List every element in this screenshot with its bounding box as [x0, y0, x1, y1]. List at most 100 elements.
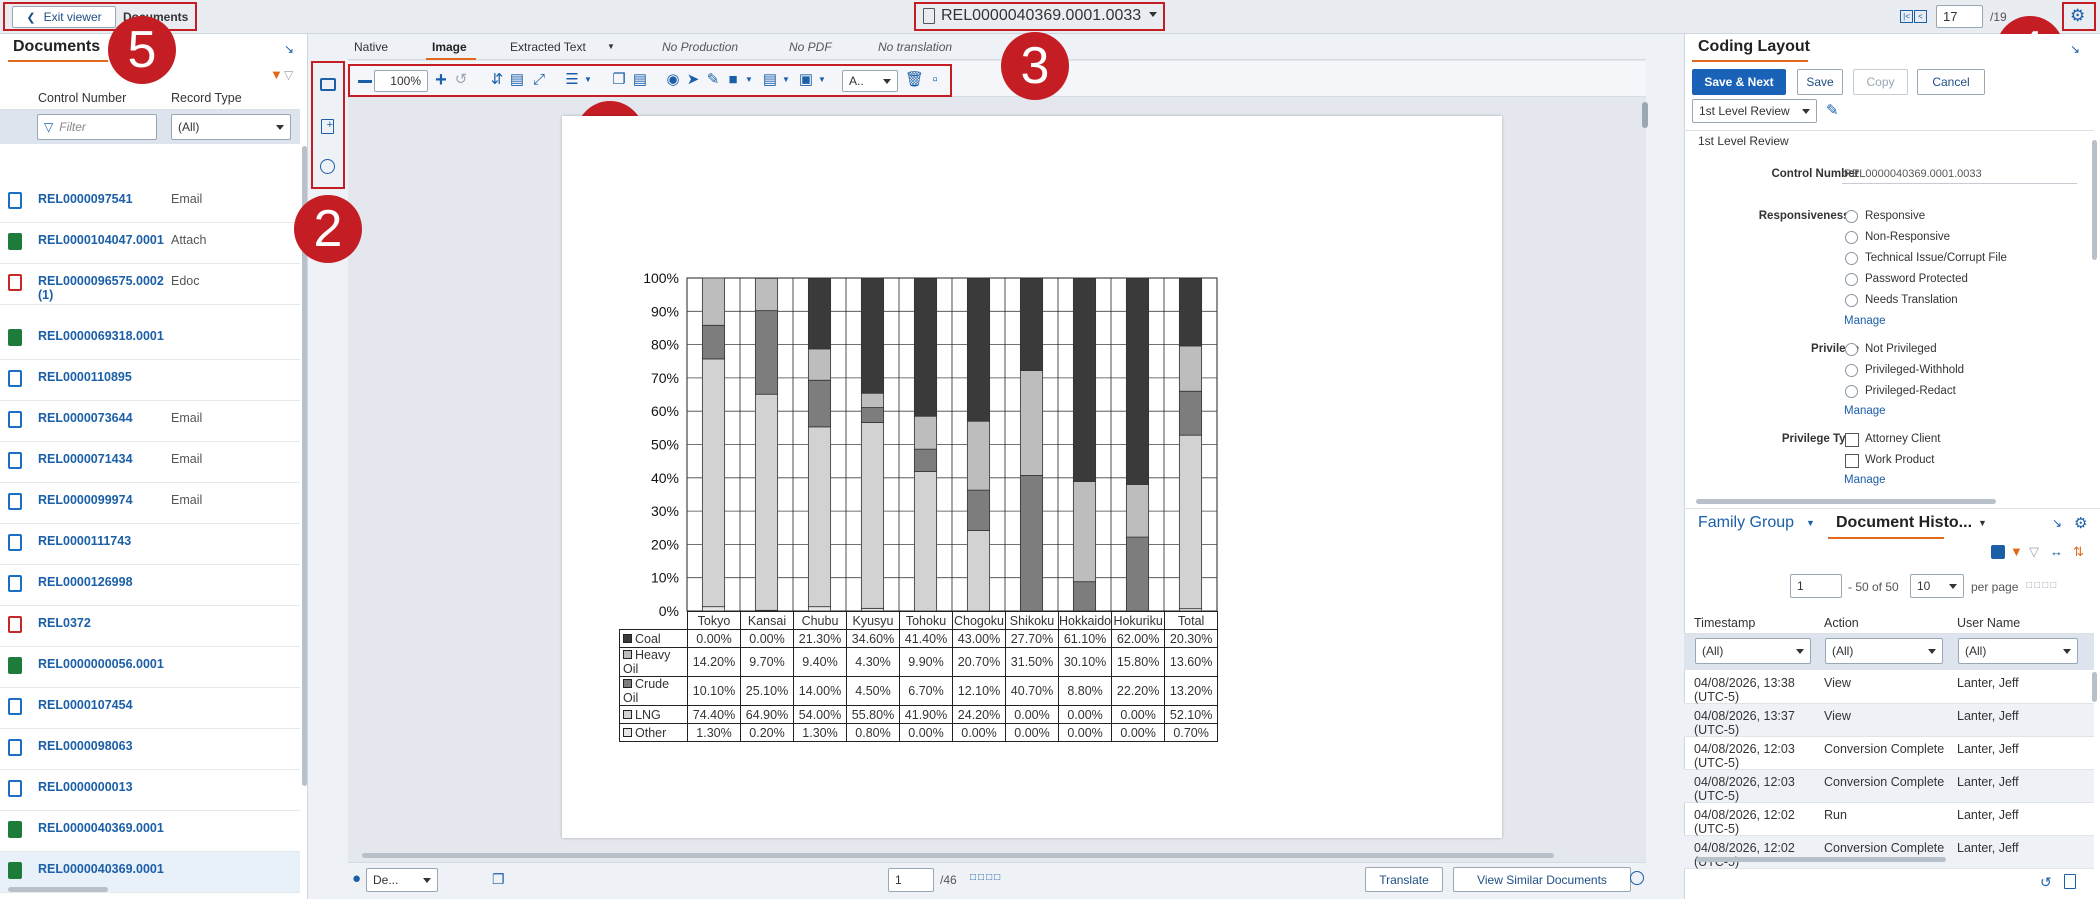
- fill-color-icon[interactable]: ▣: [798, 72, 814, 88]
- document-list-item[interactable]: REL0000073644 Email: [0, 401, 300, 442]
- refresh-icon[interactable]: ↺: [2040, 874, 2052, 891]
- history-row[interactable]: 04/08/2026, 12:02 (UTC-5) Conversion Comp…: [1684, 836, 2094, 869]
- document-list-item[interactable]: REL0000104047.0001 Attach: [0, 223, 300, 264]
- document-list-item[interactable]: REL0000107454: [0, 688, 300, 729]
- history-vscrollbar[interactable]: [2092, 672, 2097, 702]
- exit-viewer-button[interactable]: ❮ Exit viewer: [12, 6, 116, 28]
- translate-button[interactable]: Translate: [1365, 867, 1443, 892]
- related-docs-icon[interactable]: ❐: [492, 871, 505, 888]
- history-row[interactable]: 04/08/2026, 13:37 (UTC-5) View Lanter, Jef…: [1684, 704, 2094, 737]
- history-row[interactable]: 04/08/2026, 13:38 (UTC-5) View Lanter, Jef…: [1684, 671, 2094, 704]
- radio-button[interactable]: [1845, 210, 1858, 223]
- bottom-dropdown[interactable]: De...: [366, 868, 438, 892]
- rotate-icon[interactable]: ↺: [453, 72, 469, 88]
- chevron-down-icon[interactable]: ▼: [814, 72, 830, 88]
- search-image-icon[interactable]: [320, 159, 335, 174]
- document-list-item[interactable]: REL0000000056.0001: [0, 647, 300, 688]
- chevron-down-icon[interactable]: ▼: [580, 72, 596, 88]
- option-label[interactable]: Attorney Client: [1865, 433, 1940, 445]
- filter-icon[interactable]: ▼: [2010, 544, 2023, 559]
- document-list-item[interactable]: REL0000040369.0001: [0, 811, 300, 852]
- pdf-export-icon[interactable]: ▫: [927, 72, 943, 88]
- radio-button[interactable]: [1845, 231, 1858, 244]
- collapse-icon[interactable]: ↘: [2070, 42, 2080, 56]
- document-control-number[interactable]: REL0000073644: [38, 411, 168, 425]
- view-similar-documents-button[interactable]: View Similar Documents: [1453, 867, 1631, 892]
- zoom-out-icon[interactable]: [358, 80, 372, 83]
- history-row[interactable]: 04/08/2026, 12:02 (UTC-5) Run Lanter, Jeff: [1684, 803, 2094, 836]
- radio-button[interactable]: [1845, 294, 1858, 307]
- option-label[interactable]: Responsive: [1865, 210, 1925, 222]
- action-filter-select[interactable]: (All): [1825, 638, 1943, 664]
- font-select[interactable]: A..: [842, 70, 898, 92]
- radio-button[interactable]: [1845, 273, 1858, 286]
- document-list-item[interactable]: REL0000096575.0002 (1) Edoc: [0, 264, 300, 305]
- calculator-icon[interactable]: [2064, 874, 2076, 889]
- viewer-hscrollbar[interactable]: [362, 853, 1554, 858]
- fit-height-icon[interactable]: ⇵: [489, 72, 505, 88]
- fullscreen-icon[interactable]: ⤢: [531, 72, 547, 88]
- tab-family-group[interactable]: Family Group: [1698, 514, 1794, 532]
- timestamp-header[interactable]: Timestamp: [1694, 616, 1755, 630]
- fit-columns-icon[interactable]: ↔: [2050, 544, 2063, 559]
- clear-filter-icon[interactable]: ▽: [284, 68, 293, 82]
- tab-extracted-text[interactable]: Extracted Text: [510, 40, 586, 54]
- document-list-item[interactable]: REL0000069318.0001: [0, 319, 300, 360]
- option-label[interactable]: Needs Translation: [1865, 294, 1958, 306]
- per-page-select[interactable]: 10: [1910, 574, 1964, 598]
- filter-icon[interactable]: ▼: [270, 67, 283, 82]
- save-and-next-button[interactable]: Save & Next: [1692, 69, 1786, 95]
- action-header[interactable]: Action: [1824, 616, 1859, 630]
- document-list-item[interactable]: REL0000071434 Email: [0, 442, 300, 483]
- document-control-number[interactable]: REL0000040369.0001: [38, 821, 168, 835]
- cursor-icon[interactable]: ➤: [685, 72, 701, 88]
- user-filter-select[interactable]: (All): [1958, 638, 2078, 664]
- prev-page-icon[interactable]: <: [1914, 10, 1927, 23]
- radio-button[interactable]: [1845, 385, 1858, 398]
- coding-hscrollbar[interactable]: [1696, 499, 1996, 504]
- image-icon[interactable]: [320, 78, 336, 91]
- pen-icon[interactable]: ✎: [705, 72, 721, 88]
- record-type-header[interactable]: Record Type: [171, 91, 242, 105]
- document-control-number[interactable]: REL0000069318.0001: [38, 329, 168, 343]
- collapse-icon[interactable]: ↘: [2052, 516, 2062, 530]
- first-page-icon[interactable]: |<: [1900, 10, 1913, 23]
- chevron-down-icon[interactable]: [1149, 12, 1157, 17]
- document-control-number[interactable]: REL0000098063: [38, 739, 168, 753]
- document-control-number[interactable]: REL0000107454: [38, 698, 168, 712]
- control-number-filter-input[interactable]: ▽ Filter: [37, 114, 157, 140]
- document-list-item[interactable]: REL0000000013: [0, 770, 300, 811]
- radio-button[interactable]: [1845, 364, 1858, 377]
- viewer-vscrollbar[interactable]: [1642, 102, 1648, 128]
- page-nav-icons[interactable]: □□□□: [970, 872, 1002, 883]
- document-list-item[interactable]: REL0000098063: [0, 729, 300, 770]
- option-label[interactable]: Privileged-Withhold: [1865, 364, 1964, 376]
- save-button[interactable]: Save: [1797, 69, 1843, 95]
- chevron-down-icon[interactable]: ▼: [741, 72, 757, 88]
- user-name-header[interactable]: User Name: [1957, 616, 2020, 630]
- edit-pencil-icon[interactable]: ✎: [1826, 101, 1839, 119]
- radio-button[interactable]: [1845, 343, 1858, 356]
- tab-image[interactable]: Image: [432, 40, 467, 54]
- privilege-type-manage-link[interactable]: Manage: [1844, 474, 1886, 486]
- sort-icon[interactable]: ⇅: [2073, 544, 2084, 560]
- timestamp-filter-select[interactable]: (All): [1695, 638, 1811, 664]
- option-label[interactable]: Not Privileged: [1865, 343, 1937, 355]
- page-number-input[interactable]: 17: [1936, 5, 1983, 28]
- history-page-nav-icons[interactable]: □□□□: [2026, 580, 2058, 591]
- cancel-button[interactable]: Cancel: [1917, 69, 1985, 95]
- coding-vscrollbar[interactable]: [2092, 140, 2097, 260]
- tab-native[interactable]: Native: [354, 40, 388, 54]
- bottom-page-input[interactable]: 1: [888, 868, 934, 892]
- add-document-icon[interactable]: +: [321, 119, 334, 134]
- gear-icon[interactable]: ⚙: [2070, 7, 2085, 24]
- document-control-number[interactable]: REL0372: [38, 616, 168, 630]
- document-control-number[interactable]: REL0000096575.0002 (1): [38, 274, 168, 302]
- responsiveness-manage-link[interactable]: Manage: [1844, 315, 1886, 327]
- document-control-number[interactable]: REL0000071434: [38, 452, 168, 466]
- control-number-header[interactable]: Control Number: [38, 91, 126, 105]
- document-control-number[interactable]: REL0000111743: [38, 534, 168, 548]
- document-control-number[interactable]: REL0000040369.0001: [38, 862, 168, 876]
- privilege-manage-link[interactable]: Manage: [1844, 405, 1886, 417]
- chevron-down-icon[interactable]: ▼: [778, 72, 794, 88]
